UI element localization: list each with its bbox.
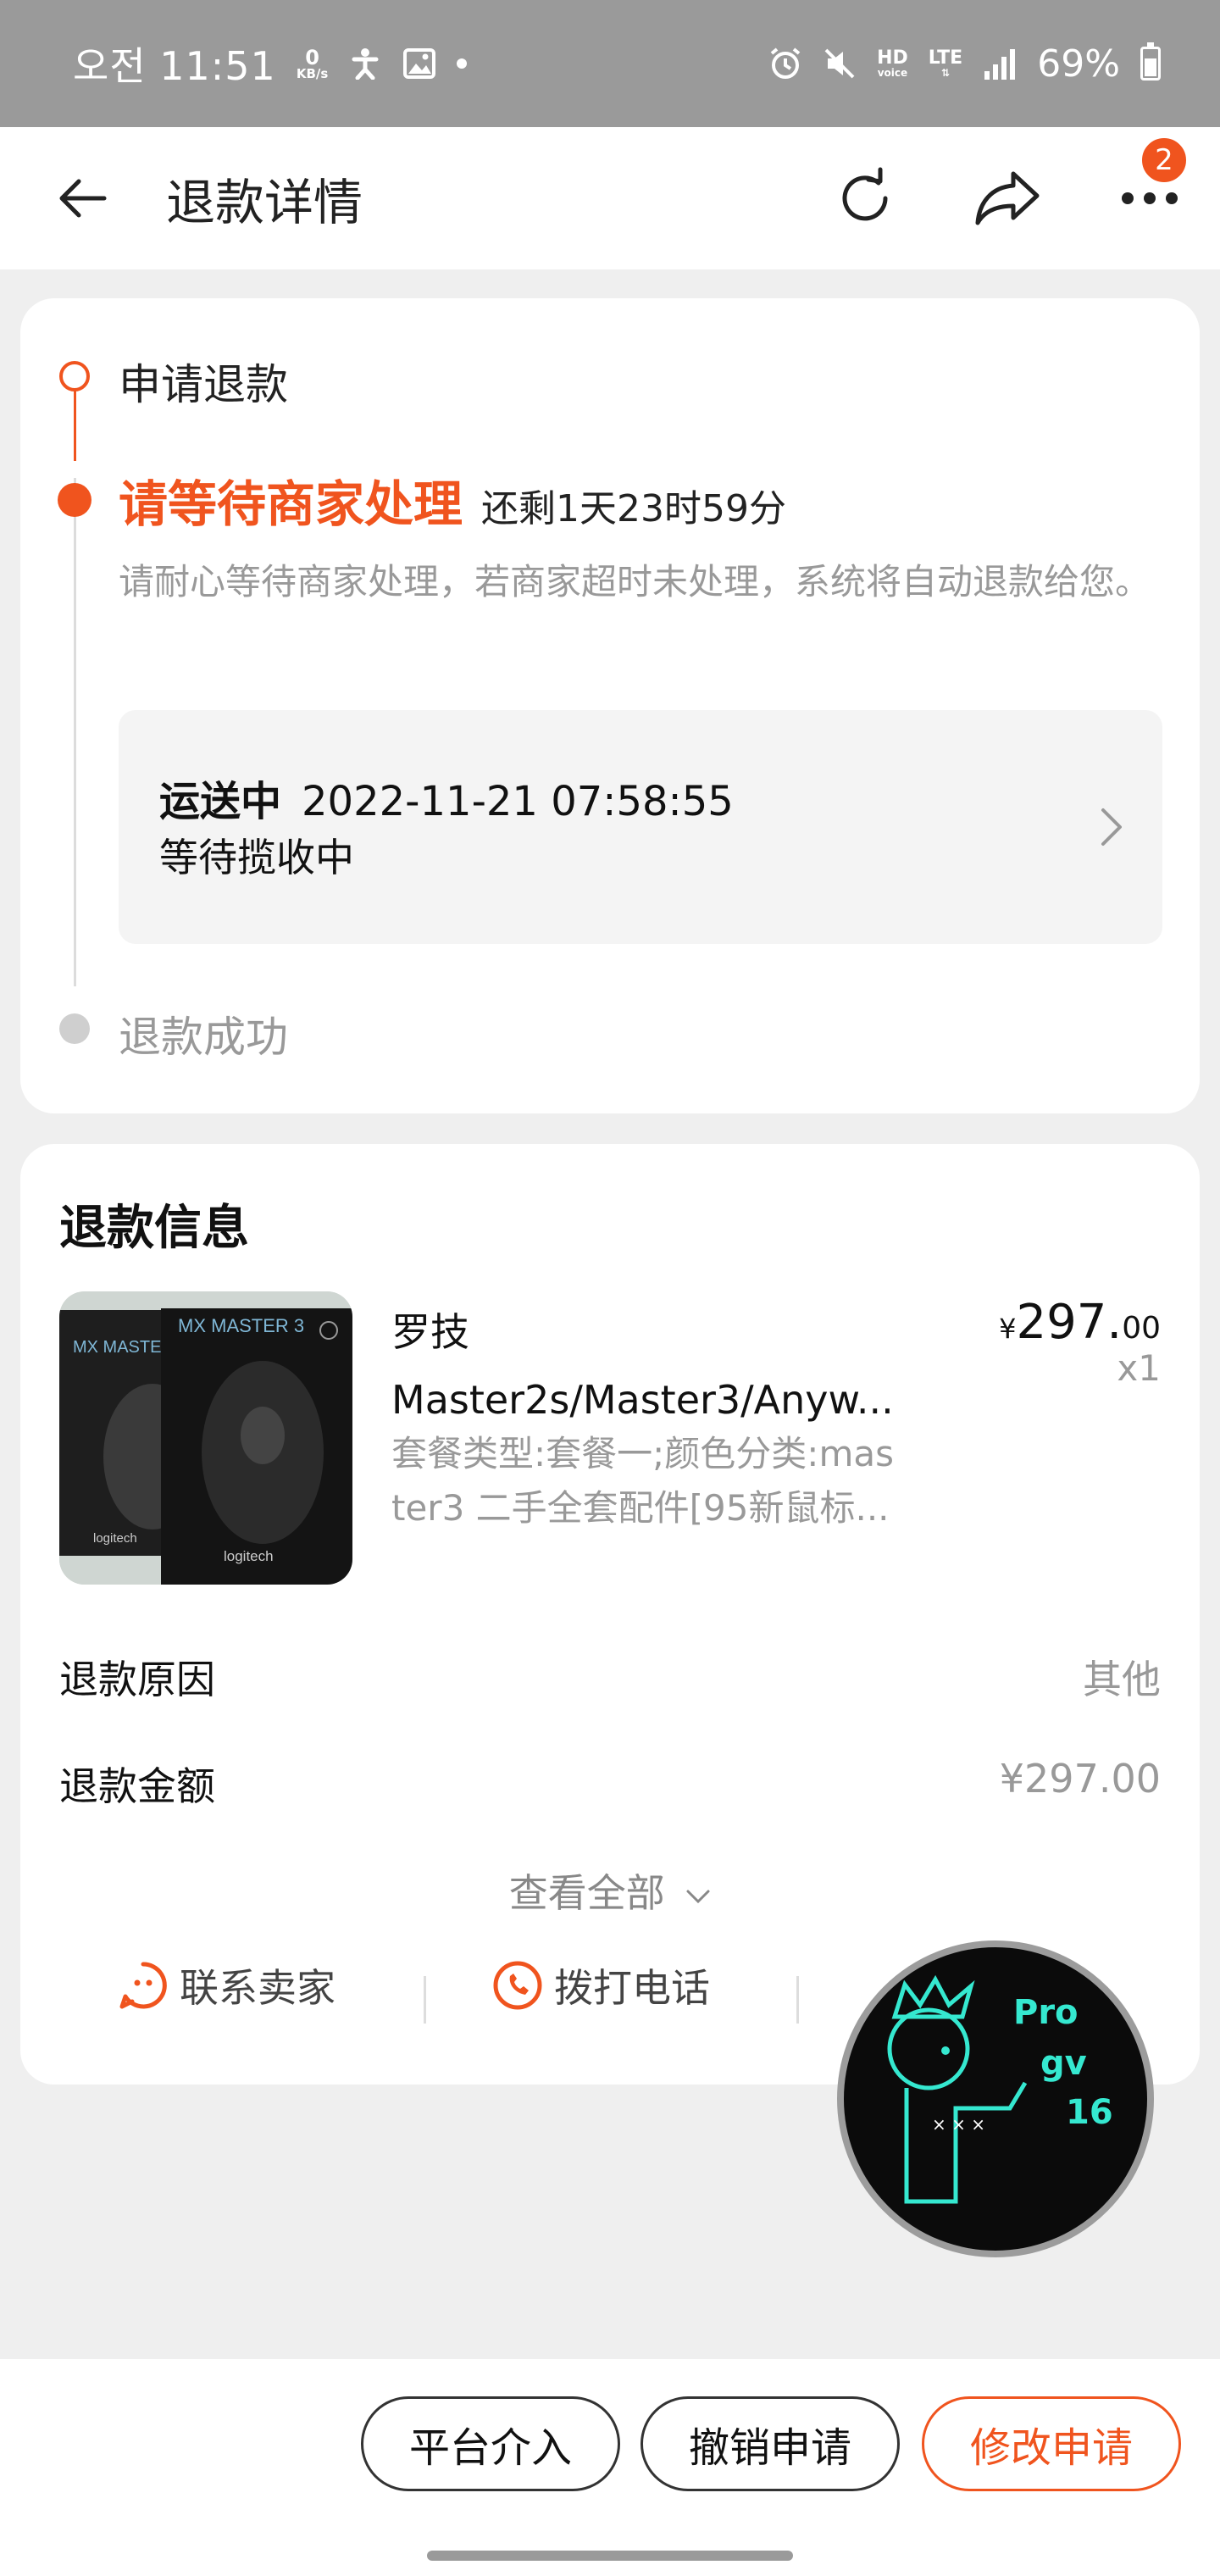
timeline-dot-step2 xyxy=(58,483,92,517)
product-image[interactable]: MX MASTER 3 MX MASTER 3 logitech logitec… xyxy=(59,1291,352,1585)
home-indicator[interactable] xyxy=(427,2551,793,2561)
step-refund-success: 退款成功 xyxy=(119,1013,288,1062)
refund-progress-card: 申请退款 请等待商家处理 还剩1天23时59分 请耐心等待商家处理，若商家超时未… xyxy=(20,298,1200,1113)
refund-amount-label: 退款金额 xyxy=(59,1763,215,1809)
contact-seller-button[interactable]: 联系卖家 xyxy=(117,1957,336,2013)
shipping-status: 运送中 xyxy=(159,778,282,825)
notification-dot-icon xyxy=(457,58,468,69)
timeline-line-pending xyxy=(74,478,76,986)
step-apply-refund: 申请退款 xyxy=(119,360,288,409)
chevron-right-icon xyxy=(1101,808,1122,846)
hd-voice-indicator: HD voice xyxy=(877,47,908,79)
refund-info-title: 退款信息 xyxy=(59,1201,249,1256)
gallery-icon xyxy=(402,47,436,80)
product-name[interactable]: 罗技 Master2s/Master3/Anyw... xyxy=(391,1298,942,1434)
more-button[interactable]: 2 xyxy=(1112,135,1190,236)
share-icon xyxy=(975,171,1040,225)
countdown-text: 还剩1天23时59分 xyxy=(481,487,786,530)
alarm-icon xyxy=(768,47,802,80)
lte-indicator: LTE ⇅ xyxy=(928,47,963,79)
chat-face-icon xyxy=(119,1962,167,2009)
timeline-dot-step1 xyxy=(59,361,90,391)
cancel-application-button[interactable]: 撤销申请 xyxy=(640,2396,900,2491)
refund-reason-value: 其他 xyxy=(1083,1657,1161,1702)
step-waiting-title: 请等待商家处理 xyxy=(119,475,463,533)
svg-text:gv: gv xyxy=(1040,2044,1087,2083)
svg-text:MX MASTER 3: MX MASTER 3 xyxy=(178,1315,304,1336)
modify-application-button[interactable]: 修改申请 xyxy=(922,2396,1181,2491)
call-phone-button[interactable]: 拨打电话 xyxy=(491,1957,710,2013)
svg-text:Pro: Pro xyxy=(1013,1993,1079,2032)
refund-amount-value: ¥297.00 xyxy=(999,1756,1161,1802)
bottom-action-bar: 平台介入 撤销申请 修改申请 xyxy=(0,2359,1220,2576)
svg-text:logitech: logitech xyxy=(93,1531,137,1546)
back-button[interactable] xyxy=(53,169,112,228)
signal-icon xyxy=(983,47,1017,80)
share-button[interactable] xyxy=(969,160,1045,236)
battery-percent: 69% xyxy=(1037,42,1120,86)
notification-badge: 2 xyxy=(1139,135,1190,186)
phone-icon xyxy=(493,1961,542,2010)
arrow-left-icon xyxy=(59,179,107,218)
mouse-box-illustration: MX MASTER 3 MX MASTER 3 logitech logitec… xyxy=(59,1291,352,1585)
svg-text:× × ×: × × × xyxy=(932,2114,985,2135)
product-price: ¥297.00 xyxy=(999,1295,1161,1350)
shipping-time: 2022-11-21 07:58:55 xyxy=(302,778,734,825)
watermark-badge: × × × Pro gv 16 xyxy=(837,1940,1154,2257)
action-divider xyxy=(796,1976,799,2024)
shipping-status-box[interactable]: 运送中 2022-11-21 07:58:55 等待揽收中 xyxy=(119,710,1162,944)
watermark-illustration: × × × Pro gv 16 xyxy=(887,1974,1113,2204)
action-divider xyxy=(424,1976,426,2024)
product-quantity: x1 xyxy=(1117,1347,1161,1389)
step-waiting-merchant: 请等待商家处理 还剩1天23时59分 xyxy=(119,464,786,536)
view-all-button[interactable]: 查看全部 xyxy=(20,1863,1200,1918)
refund-reason-label: 退款原因 xyxy=(59,1657,215,1702)
step-waiting-description: 请耐心等待商家处理，若商家超时未处理，系统将自动退款给您。 xyxy=(119,561,1151,602)
net-speed-indicator: 0 KB/s xyxy=(296,45,329,81)
app-header: 退款详情 2 xyxy=(0,127,1220,269)
shipping-detail: 等待揽收中 xyxy=(159,835,354,880)
status-time: 오전 11:51 xyxy=(73,43,276,89)
product-spec: 套餐类型:套餐一;颜色分类:mas ter3 二手全套配件[95新鼠标... xyxy=(391,1433,894,1529)
svg-text:16: 16 xyxy=(1066,2093,1113,2132)
battery-icon xyxy=(1140,42,1161,80)
chevron-down-icon xyxy=(686,1890,710,1903)
svg-text:logitech: logitech xyxy=(224,1548,274,1564)
page-title: 退款详情 xyxy=(166,174,363,231)
refresh-icon xyxy=(842,167,888,221)
more-dots-icon xyxy=(1122,192,1178,204)
platform-intervene-button[interactable]: 平台介入 xyxy=(361,2396,620,2491)
mute-icon xyxy=(823,47,857,80)
refresh-button[interactable] xyxy=(827,160,903,236)
accessibility-icon xyxy=(348,47,382,80)
timeline-dot-step3 xyxy=(59,1013,90,1044)
status-bar: 오전 11:51 0 KB/s HD voice LTE ⇅ 69% xyxy=(0,0,1220,127)
